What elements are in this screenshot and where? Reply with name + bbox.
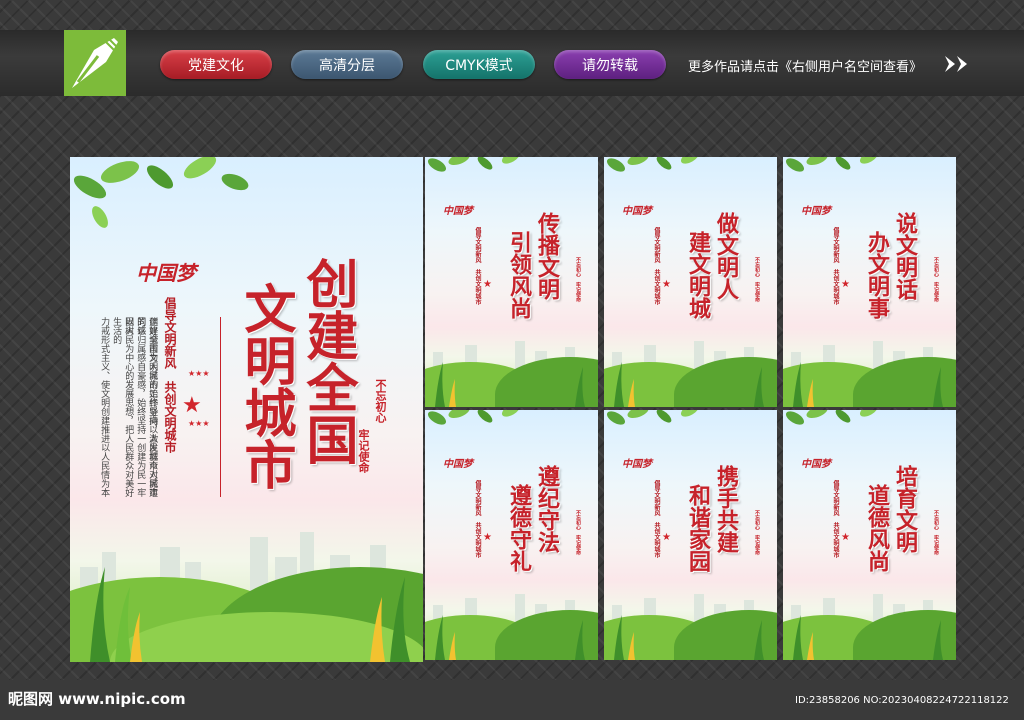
slogan-subtitle: 倡导文明新风 共创文明城市 [832, 480, 839, 558]
star-icon: ★ [662, 279, 671, 290]
star-icon: ★ [662, 532, 671, 543]
china-dream-logo: 中国梦 [443, 459, 473, 470]
grass-decoration [793, 362, 943, 407]
china-dream-logo: 中国梦 [622, 206, 652, 217]
china-dream-logo: 中国梦 [622, 459, 652, 470]
slogan-col1: 培育文明 [892, 465, 918, 553]
site-watermark: 昵图网 www.nipic.com [8, 690, 186, 708]
slogan-col2: 和谐家园 [685, 484, 711, 572]
grass-decoration [90, 567, 410, 662]
star-icon: ★ [483, 532, 492, 543]
slogan-col1: 遵纪守法 [534, 465, 560, 553]
body-text-col4: 以人民为中心的发展思想，把人民群众对美好生活的 [111, 317, 134, 497]
seal-text: 不忘初心 牢记使命 [754, 257, 760, 302]
slogan-poster-5: 中国梦 携手共建 和谐家园 倡导文明新风 共创文明城市 ★ 不忘初心 牢记使命 [604, 410, 777, 660]
slogan-col1: 传播文明 [534, 212, 560, 300]
seal-text: 不忘初心 牢记使命 [575, 510, 581, 555]
slogan-col1: 携手共建 [713, 465, 739, 553]
slogan-col2: 办文明事 [864, 231, 890, 319]
grass-decoration [435, 362, 585, 407]
slogan-poster-3: 中国梦 说文明话 办文明事 倡导文明新风 共创文明城市 ★ 不忘初心 牢记使命 [783, 157, 956, 407]
seal-text: 不忘初心 牢记使命 [933, 257, 939, 302]
slogan-col2: 引领风尚 [506, 231, 532, 319]
double-chevron-right-icon[interactable] [943, 54, 971, 74]
star-icon: ★ [483, 279, 492, 290]
grass-decoration [793, 615, 943, 660]
china-dream-logo: 中国梦 [136, 261, 196, 285]
main-subtitle: 倡导文明新风 共创文明城市 [163, 297, 177, 453]
seal-text: 不忘初心 牢记使命 [933, 510, 939, 555]
body-text-col5: 力戒形式主义、使文明创建推进以人民情为本 [99, 317, 110, 497]
slogan-subtitle: 倡导文明新风 共创文明城市 [474, 480, 481, 558]
tag-hd-layers: 高清分层 [291, 50, 403, 79]
image-id-text: ID:23858206 NO:20230408224722118122 [795, 695, 1009, 706]
slogan-poster-4: 中国梦 遵纪守法 遵德守礼 倡导文明新风 共创文明城市 ★ 不忘初心 牢记使命 [425, 410, 598, 660]
leaves-decoration [427, 157, 521, 172]
star-icon: ★★★ [188, 369, 210, 378]
seal-text-col2: 牢记使命 [357, 429, 370, 473]
tag-party-culture: 党建文化 [160, 50, 272, 79]
slogan-col1: 说文明话 [892, 212, 918, 300]
grass-decoration [614, 362, 764, 407]
promo-link[interactable]: 更多作品请点击《右侧用户名空间查看》 [688, 56, 922, 75]
star-icon: ★★★ [188, 419, 210, 428]
seal-text: 不忘初心 牢记使命 [575, 257, 581, 302]
main-title-col1: 创建全国 [297, 257, 358, 465]
leaves-decoration [427, 410, 521, 425]
star-icon: ★ [841, 532, 850, 543]
star-icon: ★ [182, 393, 202, 418]
slogan-poster-6: 中国梦 培育文明 道德风尚 倡导文明新风 共创文明城市 ★ 不忘初心 牢记使命 [783, 410, 956, 660]
china-dream-logo: 中国梦 [443, 206, 473, 217]
leaves-decoration [606, 157, 700, 172]
slogan-poster-1: 中国梦 传播文明 引领风尚 倡导文明新风 共创文明城市 ★ 不忘初心 牢记使命 [425, 157, 598, 407]
tag-no-repost: 请勿转载 [554, 50, 666, 79]
pen-nib-icon [64, 30, 126, 96]
leaves-decoration [785, 410, 879, 425]
seal-text: 不忘初心 牢记使命 [754, 510, 760, 555]
divider-line [220, 317, 221, 497]
leaves-decoration [785, 157, 879, 172]
leaves-decoration [606, 410, 700, 425]
slogan-subtitle: 倡导文明新风 共创文明城市 [474, 227, 481, 305]
china-dream-logo: 中国梦 [801, 206, 831, 217]
slogan-poster-2: 中国梦 做文明人 建文明城 倡导文明新风 共创文明城市 ★ 不忘初心 牢记使命 [604, 157, 777, 407]
slogan-subtitle: 倡导文明新风 共创文明城市 [653, 480, 660, 558]
leaves-decoration [73, 157, 249, 228]
star-icon: ★ [841, 279, 850, 290]
slogan-subtitle: 倡导文明新风 共创文明城市 [653, 227, 660, 305]
grass-decoration [614, 615, 764, 660]
slogan-col2: 建文明城 [685, 231, 711, 319]
main-poster: 中国梦 文明城市 创建全国 ★ ★★★ ★★★ 倡导文明新风 共创文明城市 不忘… [70, 157, 423, 662]
slogan-col2: 遵德守礼 [506, 484, 532, 572]
slogan-subtitle: 倡导文明新风 共创文明城市 [832, 227, 839, 305]
slogan-col2: 道德风尚 [864, 484, 890, 572]
grass-decoration [435, 615, 585, 660]
seal-text-col1: 不忘初心 [374, 379, 387, 423]
slogan-col1: 做文明人 [713, 212, 739, 300]
china-dream-logo: 中国梦 [801, 459, 831, 470]
tag-cmyk-mode: CMYK模式 [423, 50, 535, 79]
